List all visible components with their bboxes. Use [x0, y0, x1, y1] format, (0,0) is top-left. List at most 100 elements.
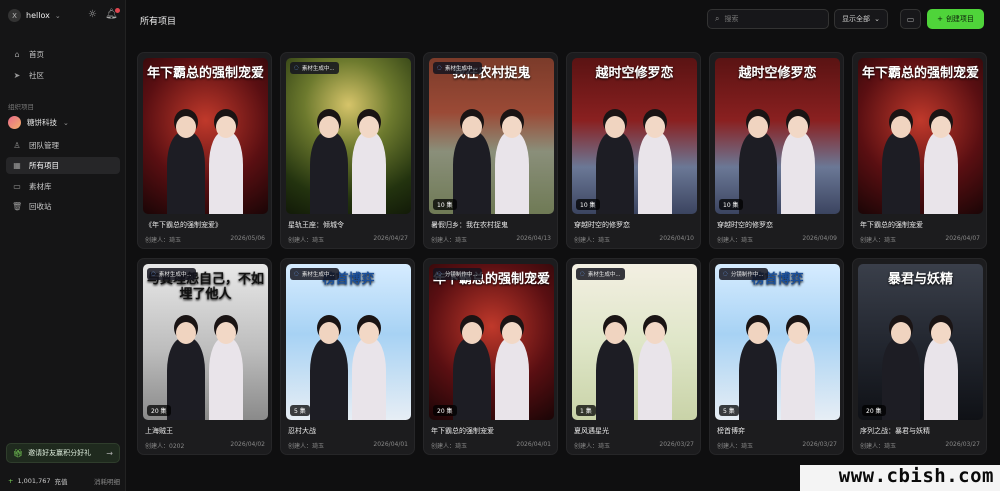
chevron-down-icon: ⌄ [874, 15, 880, 23]
invite-banner[interactable]: 🎁︎ 邀请好友赢积分好礼 → [6, 443, 120, 463]
nav-item-team-manage[interactable]: ♙ 团队管理 [6, 137, 120, 154]
figure-head [319, 116, 339, 138]
project-card[interactable]: 暴君与妖精 20 集序列之战：暴君与妖精 创建人：琦玉 2026/03/27 [852, 258, 987, 455]
folder-button[interactable]: ▭ [900, 9, 921, 29]
figure-illustration [739, 132, 777, 214]
figure-illustration [209, 338, 243, 420]
project-date: 2026/04/10 [659, 235, 694, 242]
project-thumbnail: 与其埋怨自己，不如埋了他人 ◌ 素材生成中... 20 集 [143, 264, 268, 420]
nav-item-recycle-bin[interactable]: 🗑︎ 回收站 [6, 198, 120, 215]
project-creator: 创建人：琦玉 [574, 237, 611, 244]
bell-icon[interactable]: 🔔︎ [105, 8, 120, 20]
figure-illustration [453, 132, 491, 214]
figure-illustration [924, 338, 958, 420]
status-badge: ◌ 素材生成中... [290, 62, 339, 74]
figure-illustration [924, 132, 958, 214]
project-title: 年下霸总的强制宠爱 [431, 427, 494, 435]
top-icons: ☼ 🔔︎ [88, 8, 120, 20]
figure-illustration [596, 338, 634, 420]
project-card[interactable]: 榜首博弈 ◌ 素材生成中... 5 集忍村大战 创建人：琦玉 2026/04/01 [280, 258, 415, 455]
project-meta: 创建人：琦玉 2026/05/06 [145, 235, 265, 244]
figure-illustration [638, 338, 672, 420]
figure-head [788, 116, 808, 138]
episode-count-badge: 10 集 [576, 199, 600, 210]
nav-item-all-projects[interactable]: ▦ 所有项目 [6, 157, 120, 174]
workspace-name: hellox [26, 11, 50, 20]
project-thumbnail: ◌ 素材生成中... [286, 58, 411, 214]
project-title: 年下霸总的强制宠爱 [860, 221, 923, 229]
figure-illustration [781, 338, 815, 420]
cover-title-art: 年下霸总的强制宠爱 [146, 66, 264, 81]
chevron-down-icon: ⌄ [54, 11, 61, 20]
consumption-details-link[interactable]: 消耗明细 [94, 476, 120, 486]
figure-illustration [882, 132, 920, 214]
project-card[interactable]: 与其埋怨自己，不如埋了他人 ◌ 素材生成中... 20 集上海贼王 创建人：0202 20… [137, 258, 272, 455]
episode-count-badge: 1 集 [576, 405, 596, 416]
loading-icon: ◌ [580, 271, 585, 277]
project-card[interactable]: ◌ 素材生成中... 1 集夏风遇星光 创建人：琦玉 2026/03/27 [566, 258, 701, 455]
theme-toggle-icon[interactable]: ☼ [88, 9, 97, 20]
team-switcher[interactable]: 糖饼科技 ⌄ [8, 116, 69, 129]
loading-icon: ◌ [151, 271, 156, 277]
figure-head [359, 322, 379, 344]
team-name: 糖饼科技 [27, 118, 57, 127]
project-thumbnail: 越时空修罗恋 10 集 [715, 58, 840, 214]
project-thumbnail: 年下霸总的强制宠爱 [143, 58, 268, 214]
nav-item-material-library[interactable]: ▭ 素材库 [6, 178, 120, 195]
figure-head [502, 116, 522, 138]
project-card[interactable]: 年下霸总的强制宠爱 年下霸总的强制宠爱 创建人：琦玉 2026/04/07 [852, 52, 987, 249]
figure-head [359, 116, 379, 138]
recharge-link[interactable]: 充值 [55, 476, 68, 486]
project-title: 忍村大战 [288, 427, 316, 435]
search-icon: ⌕ [715, 14, 720, 23]
project-card[interactable]: 年下霸总的强制宠爱 《年下霸总的强制宠爱》 创建人：琦玉 2026/05/06 [137, 52, 272, 249]
project-card[interactable]: 越时空修罗恋 10 集穿越时空的修罗恋 创建人：琦玉 2026/04/10 [566, 52, 701, 249]
project-title: 星轨王座：倾城令 [288, 221, 344, 229]
nav-item-home[interactable]: ⌂ 首页 [6, 46, 120, 63]
project-card[interactable]: ◌ 素材生成中... 星轨王座：倾城令 创建人：琦玉 2026/04/27 [280, 52, 415, 249]
project-date: 2026/03/27 [945, 441, 980, 448]
notification-dot [114, 8, 120, 13]
figure-illustration [882, 338, 920, 420]
project-card[interactable]: 越时空修罗恋 10 集穿越时空的修罗恋 创建人：琦玉 2026/04/09 [709, 52, 844, 249]
project-card[interactable]: 年下霸总的强制宠爱 ◌ 分镜制作中... 20 集年下霸总的强制宠爱 创建人：琦玉 202… [423, 258, 558, 455]
plus-icon: + [937, 15, 943, 23]
figure-illustration [310, 338, 348, 420]
create-project-button[interactable]: + 创建项目 [927, 9, 984, 29]
status-badge: ◌ 素材生成中... [576, 268, 625, 280]
figure-head [788, 322, 808, 344]
credits-amount: 1,001,767 [17, 477, 51, 485]
workspace-avatar: X [8, 9, 21, 22]
credits-bar: + 1,001,767 充值 消耗明细 [8, 476, 120, 486]
figure-illustration [352, 338, 386, 420]
project-card[interactable]: 榜首博弈 ◌ 分镜制作中... 5 集榜首博弈 创建人：琦玉 2026/03/27 [709, 258, 844, 455]
figure-illustration [352, 132, 386, 214]
project-title: 榜首博弈 [717, 427, 745, 435]
project-thumbnail: 榜首博弈 ◌ 分镜制作中... 5 集 [715, 264, 840, 420]
chevron-down-icon: ⌄ [63, 118, 69, 127]
project-creator: 创建人：琦玉 [717, 237, 754, 244]
project-date: 2026/05/06 [230, 235, 265, 242]
send-icon: ➤ [13, 71, 21, 80]
status-text: 素材生成中... [301, 272, 335, 278]
plus-icon: + [8, 477, 14, 485]
figure-head [931, 322, 951, 344]
workspace-switcher[interactable]: X hellox ⌄ [8, 9, 61, 22]
project-card[interactable]: 我在农村捉鬼 ◌ 素材生成中... 10 集暑假归乡：我在农村捉鬼 创建人：琦玉 2026… [423, 52, 558, 249]
loading-icon: ◌ [723, 271, 728, 277]
project-date: 2026/04/13 [516, 235, 551, 242]
team-logo [8, 116, 21, 129]
project-thumbnail: ◌ 素材生成中... 1 集 [572, 264, 697, 420]
project-date: 2026/04/01 [516, 441, 551, 448]
filter-select[interactable]: 显示全部 ⌄ [834, 9, 888, 29]
search-input[interactable] [724, 15, 815, 23]
figure-head [645, 322, 665, 344]
project-meta: 创建人：琦玉 2026/03/27 [860, 441, 980, 450]
figure-head [645, 116, 665, 138]
status-text: 素材生成中... [301, 66, 335, 72]
project-meta: 创建人：琦玉 2026/03/27 [574, 441, 694, 450]
nav-item-community[interactable]: ➤ 社区 [6, 67, 120, 84]
section-label: 组织项目 [8, 103, 34, 111]
invite-text: 邀请好友赢积分好礼 [28, 449, 92, 457]
search-box[interactable]: ⌕ [707, 9, 829, 29]
